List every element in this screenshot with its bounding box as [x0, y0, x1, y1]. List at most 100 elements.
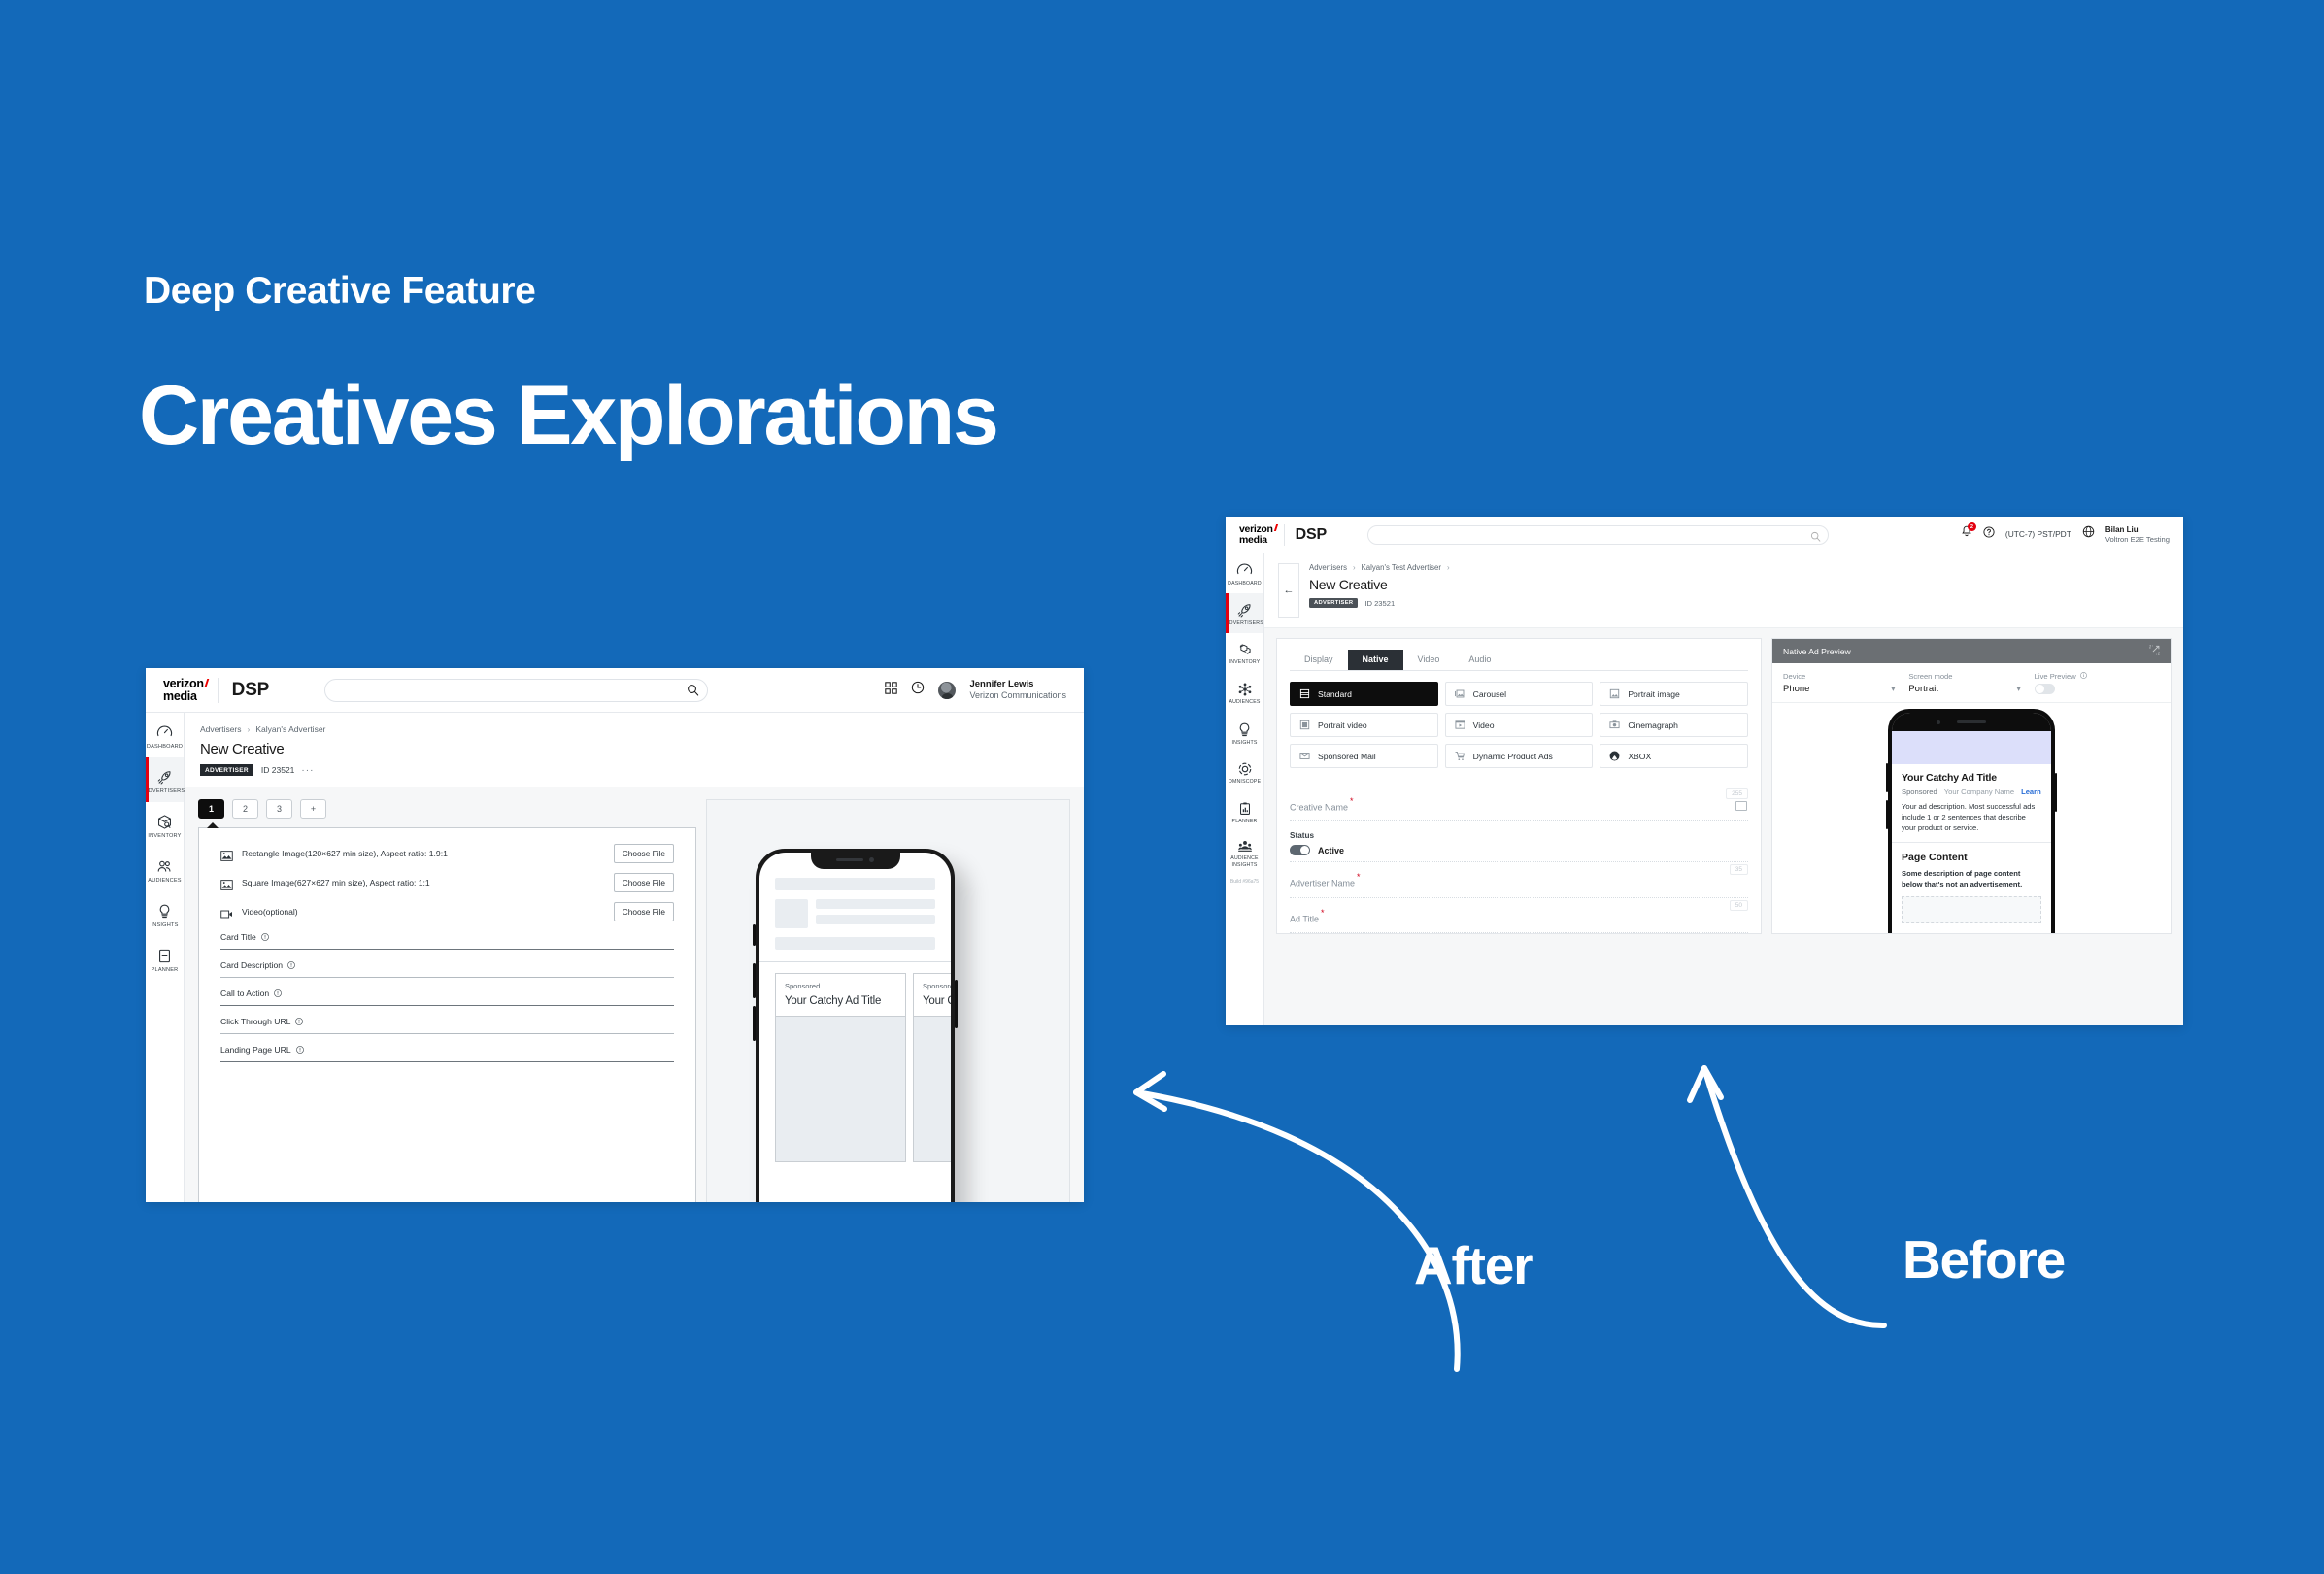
format-tile-standard[interactable]: Standard [1290, 682, 1438, 706]
card-tab-3[interactable]: 3 [266, 799, 292, 819]
search-input[interactable] [1366, 524, 1829, 545]
breadcrumb-item-1[interactable]: Kalyan's Test Advertiser [1362, 563, 1441, 572]
field-ad-title[interactable]: 50 Ad Title* [1290, 898, 1748, 933]
expand-icon[interactable] [2149, 645, 2160, 657]
screen-mode-selector[interactable]: Screen mode Portrait ▾ [1908, 672, 2034, 694]
breadcrumb[interactable]: Advertisers › Kalyan's Test Advertiser › [1309, 563, 1450, 572]
carousel-card[interactable]: Sponsored Your Catchy Ad Title [775, 973, 906, 1162]
search-icon[interactable] [687, 684, 699, 701]
info-icon[interactable] [260, 933, 269, 941]
sidebar-item-audiences[interactable]: AUDIENCES [146, 847, 184, 891]
verizon-media-logo[interactable]: verizon media [1239, 523, 1278, 545]
choose-file-button[interactable]: Choose File [613, 902, 674, 921]
format-tile-cinemagraph[interactable]: Cinemagraph [1600, 713, 1748, 737]
notifications-bell-icon[interactable]: 2 [1961, 522, 1976, 543]
sidebar-item-dashboard[interactable]: DASHBOARD [1226, 553, 1263, 593]
char-counter: 50 [1729, 899, 1748, 911]
field-creative-name[interactable]: 255 Creative Name* [1290, 787, 1748, 822]
user-info[interactable]: Bilan Liu Voltron E2E Testing [2105, 525, 2170, 544]
global-search[interactable] [1366, 524, 1829, 547]
field-advertiser-name[interactable]: 35 Advertiser Name* [1290, 862, 1748, 898]
choose-file-button[interactable]: Choose File [613, 844, 674, 863]
required-marker: * [1350, 796, 1354, 806]
format-tile-dynamic-product-ads[interactable]: Dynamic Product Ads [1444, 744, 1594, 768]
card-tab-2[interactable]: 2 [232, 799, 258, 819]
format-tile-video[interactable]: Video [1444, 713, 1594, 737]
breadcrumb[interactable]: Advertisers › Kalyan's Advertiser [200, 724, 1068, 734]
sidebar-item-planner[interactable]: PLANNER [1226, 792, 1263, 832]
tab-video[interactable]: Video [1403, 650, 1455, 670]
back-button[interactable]: ← [1278, 563, 1299, 618]
template-picker-icon[interactable] [1735, 801, 1747, 811]
global-search[interactable] [324, 678, 709, 702]
user-globe-icon[interactable] [2082, 525, 2095, 543]
verizon-media-logo[interactable]: verizon media [163, 677, 209, 703]
field-click-through-url[interactable]: Click Through URL [220, 1017, 674, 1034]
before-topbar-icons: 2 (UTC-7) PST/PDT Bilan Liu Voltron E2E … [1961, 522, 2170, 544]
format-tile-portrait-video[interactable]: Portrait video [1290, 713, 1438, 737]
breadcrumb-item-1[interactable]: Kalyan's Advertiser [255, 724, 325, 734]
page-content-description: Some description of page content below t… [1902, 869, 2023, 888]
sidebar-item-insights[interactable]: INSIGHTS [1226, 713, 1263, 753]
search-input[interactable] [324, 678, 709, 702]
sidebar-item-advertisers[interactable]: ADVERTISERS [146, 757, 185, 802]
overflow-menu-icon[interactable]: ··· [301, 765, 314, 776]
sidebar-item-omniscope[interactable]: OMNISCOPE [1226, 753, 1263, 792]
field-card-description[interactable]: Card Description [220, 960, 674, 978]
sidebar-item-label: DASHBOARD [1228, 580, 1262, 586]
device-selector[interactable]: Device Phone ▾ [1783, 672, 1908, 694]
format-tile-carousel[interactable]: Carousel [1444, 682, 1594, 706]
live-preview-control[interactable]: Live Preview [2034, 672, 2160, 694]
sidebar-item-dashboard[interactable]: DASHBOARD [146, 713, 184, 757]
carousel-card[interactable]: Sponsored Your Catchy Ad Title [913, 973, 951, 1162]
help-icon[interactable] [1983, 525, 1995, 543]
add-card-button[interactable]: + [300, 799, 326, 819]
choose-file-button[interactable]: Choose File [613, 873, 674, 892]
breadcrumb-item-0[interactable]: Advertisers [200, 724, 242, 734]
image-icon [220, 849, 233, 861]
people-icon [156, 858, 173, 875]
format-tile-xbox[interactable]: XBOX [1600, 744, 1748, 768]
info-icon[interactable] [295, 1046, 304, 1054]
info-icon[interactable] [274, 989, 283, 997]
tab-display[interactable]: Display [1290, 650, 1348, 670]
field-status[interactable]: Status Active [1290, 821, 1748, 863]
tab-audio[interactable]: Audio [1454, 650, 1505, 670]
field-call-to-action[interactable]: Call to Action [220, 988, 674, 1006]
carousel-card-list[interactable]: Sponsored Your Catchy Ad Title Sponsored… [759, 962, 951, 1162]
sidebar-item-inventory[interactable]: INVENTORY [146, 802, 184, 847]
format-tile-label: Carousel [1472, 688, 1507, 699]
avatar[interactable] [938, 681, 957, 699]
format-tile-portrait-image[interactable]: Portrait image [1600, 682, 1748, 706]
sidebar-item-planner[interactable]: PLANNER [146, 936, 184, 981]
apps-grid-icon[interactable] [885, 681, 898, 699]
topbar-divider [217, 677, 219, 703]
field-card-title[interactable]: Card Title [220, 932, 674, 950]
sidebar-item-audience-insights[interactable]: AUDIENCE INSIGHTS [1226, 832, 1263, 872]
status-toggle[interactable] [1290, 845, 1310, 856]
sidebar-item-inventory[interactable]: INVENTORY [1226, 633, 1263, 673]
user-info[interactable]: Jennifer Lewis Verizon Communications [969, 679, 1066, 701]
after-topbar: verizon media DSP Jennifer Lewis Verizon… [146, 668, 1084, 713]
sidebar-item-advertisers[interactable]: ADVERTISERS [1226, 593, 1263, 633]
search-icon[interactable] [1810, 529, 1821, 547]
clock-icon[interactable] [911, 681, 925, 699]
sidebar-item-insights[interactable]: INSIGHTS [146, 891, 184, 936]
format-tile-sponsored-mail[interactable]: Sponsored Mail [1290, 744, 1438, 768]
info-icon[interactable] [295, 1018, 304, 1025]
tab-native[interactable]: Native [1347, 650, 1403, 670]
cta-link[interactable]: Learn More [2021, 787, 2041, 796]
chevron-down-icon[interactable]: ▾ [2017, 685, 2021, 693]
upload-row-video: Video(optional) Choose File [220, 902, 674, 921]
info-icon[interactable] [287, 961, 295, 969]
chevron-down-icon[interactable]: ▾ [1891, 685, 1895, 693]
info-icon[interactable] [2079, 672, 2087, 681]
screen-mode-value: Portrait [1908, 684, 1938, 694]
breadcrumb-item-0[interactable]: Advertisers [1309, 563, 1347, 572]
sponsored-label: Sponsored [923, 982, 951, 990]
field-landing-page-url[interactable]: Landing Page URL [220, 1045, 674, 1062]
after-preview-column: Sponsored Your Catchy Ad Title Sponsored… [706, 799, 1070, 1202]
live-preview-toggle[interactable] [2034, 684, 2055, 694]
card-tab-1[interactable]: 1 [198, 799, 224, 819]
sidebar-item-audiences[interactable]: AUDIENCES [1226, 673, 1263, 713]
